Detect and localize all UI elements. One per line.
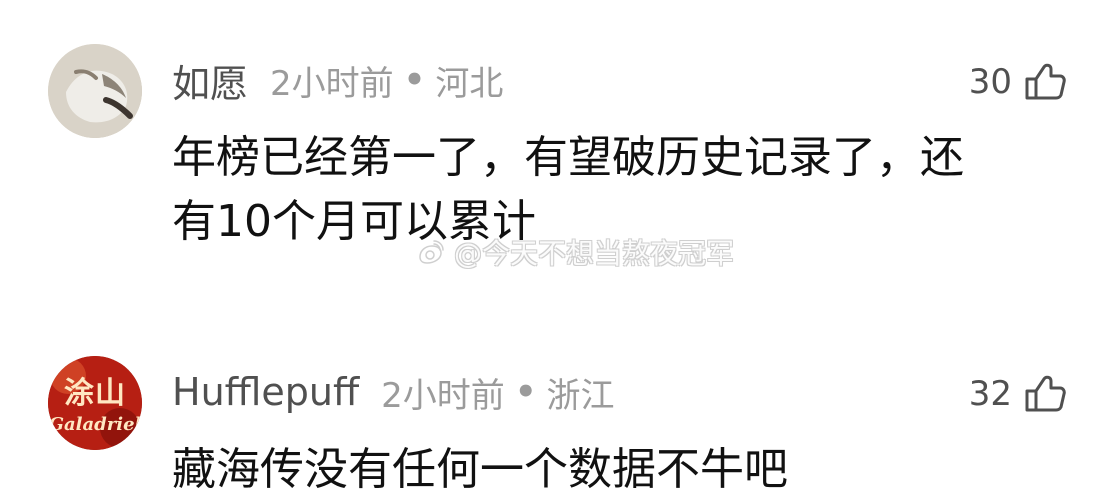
comment-meta: 如愿 2小时前 • 河北	[172, 56, 504, 106]
avatar-text: 涂山	[64, 376, 126, 411]
comment-time: 2小时前	[381, 375, 505, 416]
comment-text: 藏海传没有任何一个数据不牛吧	[172, 438, 788, 502]
comment-time: 2小时前	[270, 63, 394, 104]
avatar-subtext: Galadriel	[48, 414, 142, 435]
meta-separator: •	[514, 372, 537, 412]
username[interactable]: Hufflepuff	[172, 370, 359, 414]
comment-meta: Hufflepuff 2小时前 • 浙江	[172, 368, 615, 416]
avatar[interactable]	[48, 44, 142, 138]
comment-line: 年榜已经第一了，有望破历史记录了，还	[172, 132, 964, 183]
meta-separator: •	[403, 60, 426, 100]
username[interactable]: 如愿	[172, 53, 248, 108]
weibo-logo-icon	[419, 240, 444, 264]
avatar-photo-icon	[48, 44, 142, 138]
watermark: @今天不想当熬夜冠军	[412, 232, 734, 272]
thumbs-up-icon	[1025, 375, 1066, 412]
thumbs-up-icon	[1025, 63, 1066, 100]
comment-line: 藏海传没有任何一个数据不牛吧	[172, 444, 788, 495]
comment-region: 河北	[435, 63, 504, 104]
comment-region: 浙江	[546, 375, 615, 416]
watermark-text: @今天不想当熬夜冠军	[454, 237, 735, 270]
like-count: 30	[968, 62, 1012, 102]
avatar[interactable]: 涂山 Galadriel	[48, 356, 142, 450]
like-button[interactable]: 30	[969, 58, 1068, 106]
like-count: 32	[968, 374, 1012, 414]
like-button[interactable]: 32	[969, 370, 1068, 418]
